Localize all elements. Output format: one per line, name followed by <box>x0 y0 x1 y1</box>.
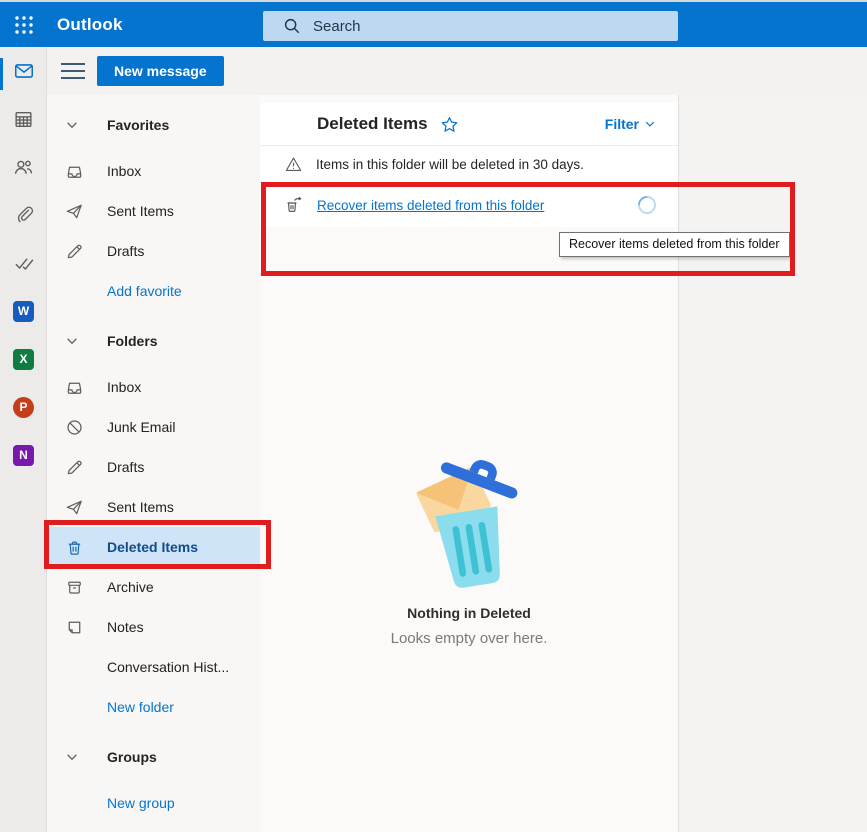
reading-pane <box>678 95 867 832</box>
sidebar-item-sent-items-favorite[interactable]: Sent Items <box>47 191 260 231</box>
sidebar-item-label: New folder <box>107 699 174 715</box>
sidebar-item-label: Notes <box>107 619 144 635</box>
retention-info-text: Items in this folder will be deleted in … <box>316 157 584 172</box>
sidebar-item-label: Drafts <box>107 243 145 259</box>
archive-icon <box>65 578 85 597</box>
recover-items-icon <box>284 195 304 215</box>
chevron-down-icon <box>644 118 656 130</box>
chevron-down-icon <box>65 750 85 764</box>
sidebar-item-label: Inbox <box>107 379 142 395</box>
empty-trash-illustration <box>415 460 518 588</box>
excel-icon: X <box>13 348 34 370</box>
rail-item-mail[interactable] <box>0 47 47 95</box>
app-title: Outlook <box>57 14 123 34</box>
section-label: Favorites <box>107 117 170 133</box>
mail-icon <box>13 60 35 82</box>
inbox-icon <box>65 378 85 397</box>
retention-info-banner: Items in this folder will be deleted in … <box>260 145 678 183</box>
sidebar-item-label: Archive <box>107 579 154 595</box>
sidebar-item-label: Add favorite <box>107 283 182 299</box>
double-check-icon <box>13 252 35 274</box>
sidebar-item-drafts[interactable]: Drafts <box>47 447 260 487</box>
send-icon <box>65 498 85 517</box>
chevron-down-icon <box>65 118 85 132</box>
page-title: Deleted Items <box>317 114 428 133</box>
rail-item-excel[interactable]: X <box>0 335 47 383</box>
app-launcher-button[interactable] <box>0 2 47 47</box>
new-message-button[interactable]: New message <box>97 56 224 86</box>
rail-item-tasks[interactable] <box>0 239 47 287</box>
top-app-bar: Outlook <box>0 2 867 47</box>
people-icon <box>13 157 34 178</box>
search-icon <box>283 17 301 35</box>
sidebar-item-new-group[interactable]: New group <box>47 783 260 823</box>
sidebar-item-label: Conversation Hist... <box>107 659 230 675</box>
powerpoint-icon: P <box>13 396 34 418</box>
favorite-star-icon[interactable] <box>440 115 459 134</box>
filter-button[interactable]: Filter <box>605 103 656 145</box>
sidebar-item-label: Deleted Items <box>107 539 199 555</box>
sidebar-item-notes[interactable]: Notes <box>47 607 260 647</box>
sidebar-item-label: Junk Email <box>107 419 176 435</box>
sidebar-item-label: Sent Items <box>107 203 174 219</box>
search-input[interactable] <box>301 11 678 41</box>
trash-icon <box>65 538 85 557</box>
section-label: Folders <box>107 333 158 349</box>
onenote-icon: N <box>13 444 34 466</box>
section-header-favorites[interactable]: Favorites <box>47 105 260 145</box>
rail-item-attachments[interactable] <box>0 191 47 239</box>
empty-state-subtitle: Looks empty over here. <box>390 630 548 647</box>
sidebar-item-new-folder[interactable]: New folder <box>47 687 260 727</box>
section-header-folders[interactable]: Folders <box>47 321 260 361</box>
warning-icon <box>284 155 303 174</box>
app-grid-icon <box>14 15 34 35</box>
search-box[interactable] <box>263 11 678 41</box>
empty-state-title: Nothing in Deleted <box>407 605 531 621</box>
section-label: Groups <box>107 749 157 765</box>
sidebar-item-inbox-favorite[interactable]: Inbox <box>47 151 260 191</box>
filter-label: Filter <box>604 116 639 132</box>
sidebar-item-deleted-items[interactable]: Deleted Items <box>47 527 260 567</box>
sidebar-item-sent-items[interactable]: Sent Items <box>47 487 260 527</box>
block-icon <box>65 418 85 437</box>
recover-items-link[interactable]: Recover items deleted from this folder <box>317 198 544 213</box>
folder-sidebar: Favorites Inbox Sent Items Drafts Add fa… <box>47 95 260 832</box>
calendar-icon <box>13 109 34 130</box>
sidebar-item-archive[interactable]: Archive <box>47 567 260 607</box>
sidebar-item-label: Drafts <box>107 459 145 475</box>
sidebar-item-drafts-favorite[interactable]: Drafts <box>47 231 260 271</box>
empty-folder-state: Nothing in Deleted Looks empty over here… <box>260 447 678 647</box>
loading-spinner <box>634 192 660 218</box>
sidebar-item-label: New group <box>107 795 175 811</box>
sidebar-item-conversation-history[interactable]: Conversation Hist... <box>47 647 260 687</box>
message-list-pane: Deleted Items Filter Items in this folde… <box>260 95 678 832</box>
inbox-icon <box>65 162 85 181</box>
pencil-icon <box>65 458 85 477</box>
app-rail: W X P N <box>0 47 47 832</box>
sidebar-item-label: Sent Items <box>107 499 174 515</box>
folder-header: Deleted Items Filter <box>260 103 678 145</box>
collapse-sidebar-button[interactable] <box>61 59 87 83</box>
rail-item-word[interactable]: W <box>0 287 47 335</box>
chevron-down-icon <box>65 334 85 348</box>
section-header-groups[interactable]: Groups <box>47 737 260 777</box>
send-icon <box>65 202 85 221</box>
sidebar-item-inbox[interactable]: Inbox <box>47 367 260 407</box>
rail-selection-indicator <box>0 58 3 90</box>
rail-item-powerpoint[interactable]: P <box>0 383 47 431</box>
rail-item-people[interactable] <box>0 143 47 191</box>
rail-item-onenote[interactable]: N <box>0 431 47 479</box>
tooltip: Recover items deleted from this folder <box>559 232 790 257</box>
note-icon <box>65 618 85 637</box>
pencil-icon <box>65 242 85 261</box>
word-icon: W <box>13 300 34 322</box>
sidebar-item-junk-email[interactable]: Junk Email <box>47 407 260 447</box>
command-bar: New message <box>47 47 867 95</box>
recover-items-row: Recover items deleted from this folder <box>260 183 678 227</box>
paperclip-icon <box>14 205 34 225</box>
sidebar-item-add-favorite[interactable]: Add favorite <box>47 271 260 311</box>
rail-item-calendar[interactable] <box>0 95 47 143</box>
sidebar-item-label: Inbox <box>107 163 142 179</box>
